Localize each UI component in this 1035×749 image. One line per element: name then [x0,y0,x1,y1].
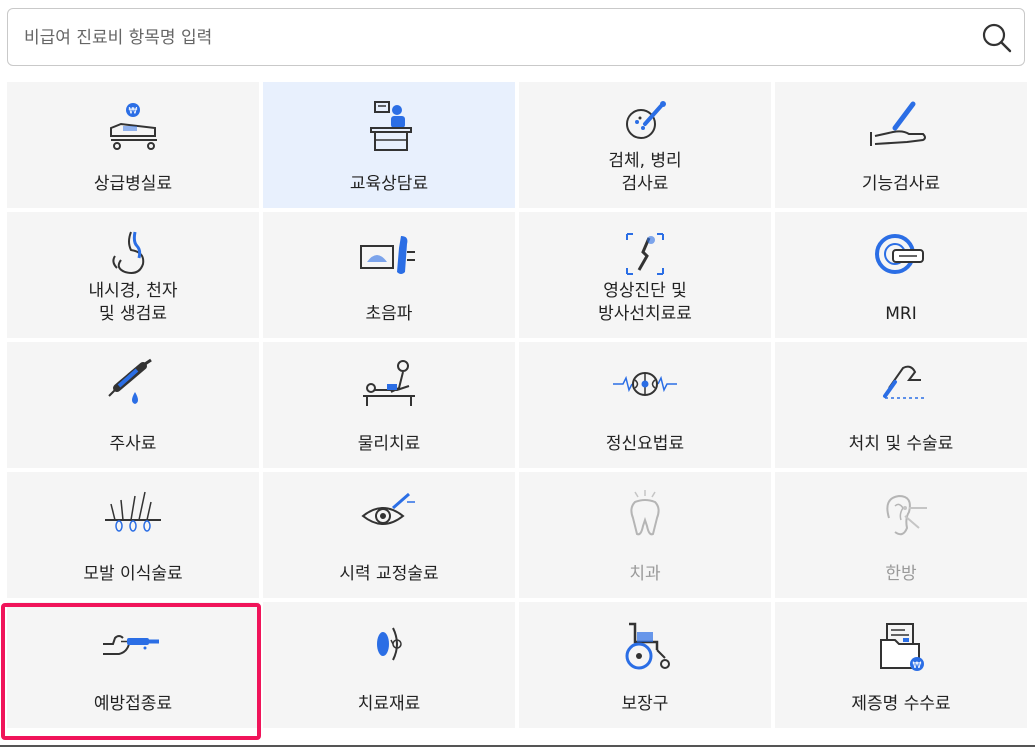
tile-label: 물리치료 [357,434,421,454]
wheelchair-icon [625,622,670,670]
tile-label: 기능검사료 [861,174,941,194]
lab-specimen-icon [626,101,666,139]
tile-label: 초음파 [365,304,413,324]
svg-text:₩: ₩ [913,661,922,671]
tile-label: 주사료 [109,434,157,454]
tile-label: 한방 [885,564,917,584]
syringe-icon [108,358,152,404]
tile-injection[interactable]: 주사료 [7,342,259,468]
tile-oriental-medicine: 한방 [775,472,1027,598]
consultation-desk-icon [370,101,412,151]
category-grid: ₩ 상급병실료 교육상담료 검체, 병리 검사료 기능검사료 내시경, 천자 및… [7,82,1027,728]
endoscopy-icon [112,231,145,274]
tile-label: 교육상담료 [349,174,429,194]
eye-laser-icon [361,492,415,525]
acupuncture-ear-icon [886,494,927,536]
search-input[interactable] [22,19,946,57]
tile-hair-transplant[interactable]: 모발 이식술료 [7,472,259,598]
tile-label: 모발 이식술료 [83,564,183,584]
search-bar [7,8,1025,66]
tile-function-test[interactable]: 기능검사료 [775,82,1027,208]
tile-label: 예방접종료 [93,694,173,714]
tile-psychotherapy[interactable]: 정신요법료 [519,342,771,468]
tile-label: 처치 및 수술료 [848,434,954,454]
tile-treatment-materials[interactable]: 치료재료 [263,602,515,728]
tile-specimen-pathology[interactable]: 검체, 병리 검사료 [519,82,771,208]
surgery-hand-icon [883,365,925,399]
lens-material-icon [377,627,402,661]
tile-dental: 치과 [519,472,771,598]
tile-ultrasound[interactable]: 초음파 [263,212,515,338]
tile-label: 정신요법료 [605,434,685,454]
bottom-divider [0,745,1035,747]
tile-endoscopy[interactable]: 내시경, 천자 및 생검료 [7,212,259,338]
tooth-icon [630,490,660,536]
tile-label: 내시경, 천자 및 생검료 [88,281,178,324]
tile-label: 상급병실료 [93,174,173,194]
tile-mri[interactable]: MRI [775,212,1027,338]
mri-scanner-icon [875,234,924,274]
tile-label: 치료재료 [357,694,421,714]
tile-surgery[interactable]: 처치 및 수술료 [775,342,1027,468]
tile-label: 검체, 병리 검사료 [608,151,682,194]
tile-assistive-device[interactable]: 보장구 [519,602,771,728]
tile-label: 시력 교정술료 [339,564,439,584]
tile-vision-correction[interactable]: 시력 교정술료 [263,472,515,598]
ultrasound-icon [360,236,415,274]
physical-therapy-icon [363,360,415,406]
tile-education-consult[interactable]: 교육상담료 [263,82,515,208]
tile-room-charge[interactable]: ₩ 상급병실료 [7,82,259,208]
tile-certificate-fee[interactable]: ₩ 제증명 수수료 [775,602,1027,728]
function-test-icon [870,101,926,146]
vaccination-arm-icon [103,635,159,655]
tile-label: MRI [885,304,917,324]
certificate-folder-icon: ₩ [880,623,924,671]
tile-radiology[interactable]: 영상진단 및 방사선치료료 [519,212,771,338]
tile-label: 제증명 수수료 [851,694,951,714]
tile-vaccination[interactable]: 예방접종료 [7,602,259,728]
search-icon [982,23,1012,53]
svg-text:₩: ₩ [129,107,138,117]
tile-label: 치과 [629,564,661,584]
radiology-icon [626,233,664,275]
search-button[interactable] [980,21,1014,55]
tile-label: 보장구 [621,694,669,714]
brain-wave-icon [613,372,677,396]
tile-label: 영상진단 및 방사선치료료 [598,281,692,324]
hospital-bed-icon: ₩ [110,103,157,150]
hair-transplant-icon [105,491,161,532]
tile-physical-therapy[interactable]: 물리치료 [263,342,515,468]
